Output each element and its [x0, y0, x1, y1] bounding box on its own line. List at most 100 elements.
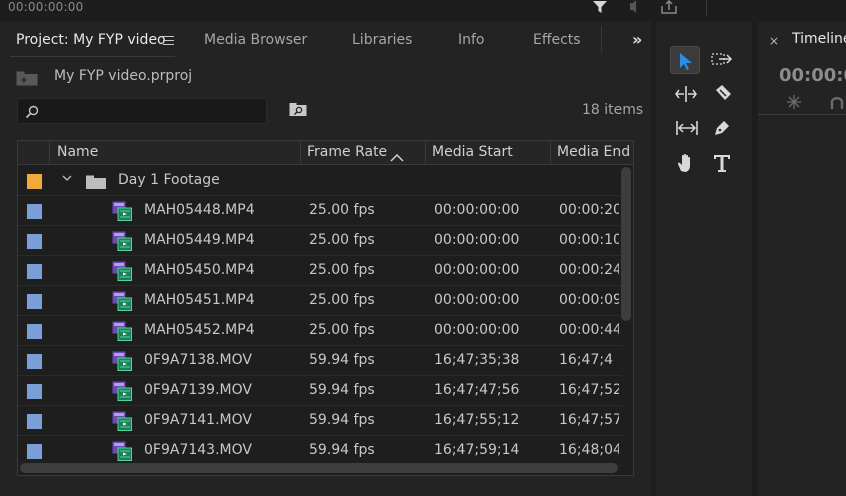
- tab-info[interactable]: Info: [458, 32, 485, 48]
- clip-media-start: 00:00:00:00: [434, 322, 520, 338]
- folder-row[interactable]: Day 1 Footage: [18, 166, 622, 196]
- project-panel: Project: My FYP video Media Browser Libr…: [0, 22, 651, 496]
- clip-media-end: 00:00:20:: [559, 202, 619, 218]
- track-select-icon: [711, 53, 733, 65]
- table-row[interactable]: 0F9A7141.MOV 59.94 fps 16;47;55;12 16;47;57: [18, 406, 622, 436]
- video-clip-icon: [112, 441, 132, 465]
- clip-label-swatch[interactable]: [26, 203, 43, 220]
- clip-name: 0F9A7139.MOV: [144, 382, 252, 398]
- clip-frame-rate: 25.00 fps: [309, 232, 375, 248]
- tab-media-browser[interactable]: Media Browser: [204, 32, 307, 48]
- audio-icon[interactable]: [626, 0, 642, 17]
- new-search-bin-icon[interactable]: [289, 103, 307, 121]
- video-clip-icon: [112, 291, 132, 315]
- more-panels-icon[interactable]: »: [632, 30, 642, 49]
- search-field[interactable]: [17, 98, 267, 124]
- column-divider: [425, 141, 426, 165]
- top-strip: 00:00:00:00: [0, 0, 846, 18]
- clip-media-end: 16;47;4: [559, 352, 613, 368]
- divider: [706, 0, 707, 16]
- clip-frame-rate: 59.94 fps: [309, 352, 375, 368]
- clip-label-swatch[interactable]: [26, 383, 43, 400]
- video-clip-icon: [112, 351, 132, 375]
- clip-media-start: 16;47;47;56: [434, 382, 520, 398]
- table-row[interactable]: MAH05450.MP4 25.00 fps 00:00:00:00 00:00:24…: [18, 256, 622, 286]
- clip-name: MAH05450.MP4: [144, 262, 255, 278]
- video-clip-icon: [112, 321, 132, 345]
- column-header-name[interactable]: Name: [57, 144, 98, 160]
- clip-frame-rate: 25.00 fps: [309, 292, 375, 308]
- filter-icon[interactable]: [592, 0, 608, 17]
- selection-arrow-icon: [680, 53, 692, 70]
- pen-tool[interactable]: [706, 114, 736, 142]
- clip-label-swatch[interactable]: [26, 443, 43, 460]
- clip-label-swatch[interactable]: [26, 353, 43, 370]
- column-divider: [300, 141, 301, 165]
- program-timecode: 00:00:00:00: [8, 0, 84, 14]
- slip-tool[interactable]: [670, 114, 700, 142]
- clip-media-start: 00:00:00:00: [434, 292, 520, 308]
- timeline-toolbar-icons: [786, 94, 846, 114]
- project-file-name: My FYP video.prproj: [54, 68, 193, 84]
- panel-tabs: Project: My FYP video Media Browser Libr…: [0, 22, 651, 58]
- type-tool[interactable]: [706, 148, 736, 176]
- clip-label-swatch[interactable]: [26, 263, 43, 280]
- clip-label-swatch[interactable]: [26, 293, 43, 310]
- clip-media-end: 00:00:09:: [559, 292, 619, 308]
- column-header-frame-rate[interactable]: Frame Rate: [307, 144, 387, 160]
- column-header-media-start[interactable]: Media Start: [432, 144, 513, 160]
- tab-project[interactable]: Project: My FYP video: [16, 32, 166, 48]
- hand-tool[interactable]: [670, 148, 700, 176]
- selection-tool[interactable]: [670, 46, 700, 74]
- item-count: 18 items: [582, 102, 644, 118]
- tab-libraries[interactable]: Libraries: [352, 32, 412, 48]
- ripple-edit-tool[interactable]: [670, 80, 700, 108]
- active-tab-underline: [10, 56, 175, 57]
- razor-tool[interactable]: [706, 80, 736, 108]
- video-clip-icon: [112, 201, 132, 225]
- clip-frame-rate: 59.94 fps: [309, 382, 375, 398]
- table-row[interactable]: MAH05452.MP4 25.00 fps 00:00:00:00 00:00:44…: [18, 316, 622, 346]
- tab-effects[interactable]: Effects: [533, 32, 581, 48]
- folder-label-swatch[interactable]: [26, 173, 43, 190]
- clip-media-end: 16;47;57: [559, 412, 619, 428]
- clip-media-start: 00:00:00:00: [434, 262, 520, 278]
- timeline-divider: [758, 114, 846, 115]
- clip-media-start: 16;47;59;14: [434, 442, 520, 458]
- hand-icon: [677, 153, 690, 172]
- clip-label-swatch[interactable]: [26, 233, 43, 250]
- table-row[interactable]: 0F9A7143.MOV 59.94 fps 16;47;59;14 16;48;04: [18, 436, 622, 466]
- column-divider: [49, 141, 50, 165]
- close-icon[interactable]: ×: [769, 34, 779, 48]
- search-icon: [25, 105, 39, 119]
- tab-timeline[interactable]: Timeline: [792, 31, 846, 47]
- clip-media-start: 00:00:00:00: [434, 202, 520, 218]
- export-icon[interactable]: [660, 0, 678, 17]
- clip-media-end: 00:00:24:: [559, 262, 619, 278]
- table-row[interactable]: 0F9A7138.MOV 59.94 fps 16;47;35;38 16;47;4: [18, 346, 622, 376]
- clip-media-start: 16;47;55;12: [434, 412, 520, 428]
- folder-icon: [86, 175, 106, 193]
- clip-frame-rate: 59.94 fps: [309, 412, 375, 428]
- tab-divider: [601, 26, 602, 52]
- clip-frame-rate: 25.00 fps: [309, 262, 375, 278]
- timeline-timecode[interactable]: 00:00:0: [779, 65, 846, 86]
- table-row[interactable]: MAH05448.MP4 25.00 fps 00:00:00:00 00:00:20…: [18, 196, 622, 226]
- column-header-media-end[interactable]: Media End: [557, 144, 630, 160]
- tools-panel: [656, 22, 752, 496]
- folder-name: Day 1 Footage: [118, 172, 220, 188]
- video-clip-icon: [112, 381, 132, 405]
- table-row[interactable]: MAH05451.MP4 25.00 fps 00:00:00:00 00:00:09…: [18, 286, 622, 316]
- clip-label-swatch[interactable]: [26, 323, 43, 340]
- table-row[interactable]: 0F9A7139.MOV 59.94 fps 16;47;47;56 16;47;52: [18, 376, 622, 406]
- clip-name: 0F9A7141.MOV: [144, 412, 252, 428]
- track-select-forward-tool[interactable]: [706, 46, 736, 74]
- clip-media-start: 16;47;35;38: [434, 352, 520, 368]
- table-row[interactable]: MAH05449.MP4 25.00 fps 00:00:00:00 00:00:10…: [18, 226, 622, 256]
- clip-label-swatch[interactable]: [26, 413, 43, 430]
- chevron-down-icon[interactable]: [62, 172, 72, 185]
- ripple-edit-icon: [675, 86, 697, 102]
- horizontal-scrollbar[interactable]: [20, 463, 618, 473]
- panel-menu-icon[interactable]: [163, 36, 174, 48]
- vertical-scrollbar[interactable]: [621, 167, 631, 321]
